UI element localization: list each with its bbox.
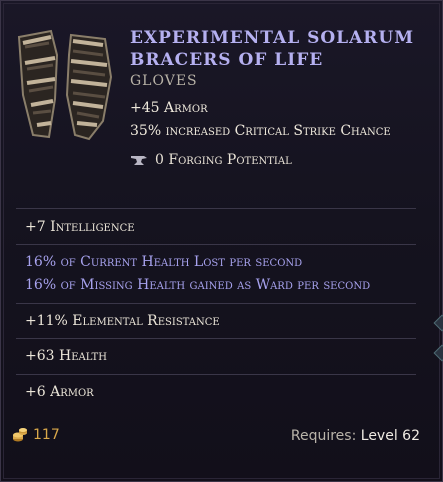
divider (16, 338, 416, 339)
divider (16, 303, 416, 304)
affix-intelligence: +7 Intelligence (25, 219, 135, 235)
divider (16, 244, 416, 245)
gold-amount: 117 (33, 427, 60, 443)
divider (16, 374, 416, 375)
bracers-icon (17, 29, 113, 141)
implicit-armor: +45 Armor (130, 100, 208, 116)
set-affix-health-lost: 16% of Current Health Lost per second (25, 254, 303, 270)
level-requirement: Requires: Level 62 (291, 428, 420, 444)
side-pip-icon (433, 314, 443, 332)
affix-armor: +6 Armor (25, 384, 94, 400)
requires-level: Level 62 (360, 428, 420, 444)
gold-value: 117 (12, 427, 60, 443)
implicit-crit-chance: 35% increased Critical Strike Chance (130, 123, 391, 139)
requires-label: Requires: (290, 428, 357, 444)
set-affix-ward-gain: 16% of Missing Health gained as Ward per… (25, 277, 371, 293)
forging-potential: 0 Forging Potential (130, 152, 292, 168)
gold-coins-icon (13, 428, 27, 442)
item-name: EXPERIMENTAL SOLARUM BRACERS OF LIFE (130, 28, 415, 70)
side-pip-icon (433, 344, 443, 362)
item-type: GLOVES (130, 73, 198, 89)
forging-text: 0 Forging Potential (155, 152, 292, 168)
affix-health: +63 Health (25, 348, 107, 364)
item-header: EXPERIMENTAL SOLARUM BRACERS OF LIFE GLO… (1, 1, 443, 207)
item-tooltip: EXPERIMENTAL SOLARUM BRACERS OF LIFE GLO… (0, 0, 443, 482)
anvil-icon (131, 156, 147, 165)
divider (16, 208, 416, 209)
affix-elemental-resistance: +11% Elemental Resistance (25, 313, 220, 329)
